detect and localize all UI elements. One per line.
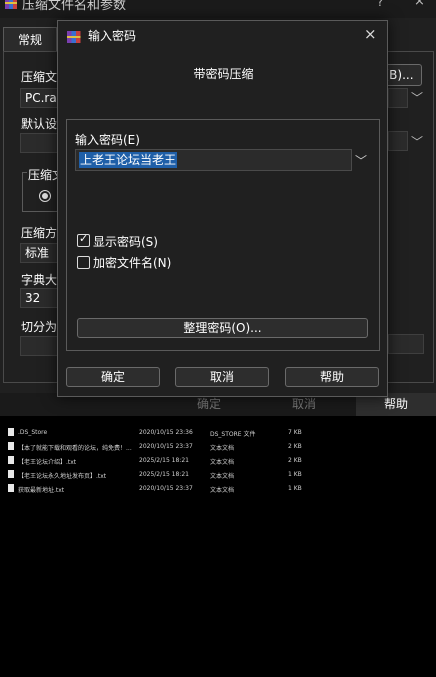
show-password-checkbox[interactable]: ✓ (77, 232, 90, 247)
ok-button[interactable]: 确定 (66, 367, 160, 387)
cancel-button[interactable]: 取消 (175, 367, 269, 387)
archive-name-label: 压缩文 (21, 70, 58, 84)
winrar-app-icon (67, 31, 81, 43)
dictionary-size-label: 字典大 (21, 273, 58, 287)
chevron-down-icon[interactable]: ﹀ (411, 133, 423, 150)
show-password-label[interactable]: 显示密码(S) (93, 233, 158, 250)
split-volumes-label: 切分为 (21, 320, 58, 334)
encrypt-filenames-checkbox[interactable] (77, 256, 90, 269)
file-icon (8, 428, 14, 436)
split-volumes-unit[interactable] (388, 334, 424, 354)
file-size: 7 KB (288, 429, 302, 436)
file-icon (8, 442, 14, 450)
tab-general[interactable]: 常规 (3, 27, 57, 52)
checkmark-icon: ✓ (79, 232, 89, 245)
dialog-subtitle: 带密码压缩 (193, 67, 254, 81)
file-icon (8, 470, 14, 478)
close-icon[interactable]: × (364, 25, 377, 43)
bg-titlebar: 压缩文件名和参数 ? × (0, 0, 436, 18)
encrypt-filenames-label[interactable]: 加密文件名(N) (93, 254, 171, 271)
bg-close-icon[interactable]: × (414, 0, 425, 9)
file-icon (8, 484, 14, 492)
list-item[interactable]: 【老王论坛永久地址发布页】.txt 2025/2/15 18:21 文本文档 1… (0, 468, 436, 482)
update-mode-select[interactable] (388, 131, 408, 151)
compression-method-select[interactable]: 标准 (20, 243, 60, 263)
list-item[interactable]: 【老王论坛介绍】.txt 2025/2/15 18:21 文本文档 2 KB (0, 454, 436, 468)
dictionary-size-select[interactable]: 32 (20, 288, 60, 308)
default-settings-label: 默认设 (21, 117, 58, 131)
help-button[interactable]: 帮助 (285, 367, 379, 387)
archive-name-input-right[interactable] (388, 88, 408, 108)
file-date: 2020/10/15 23:37 (139, 485, 193, 492)
file-size: 1 KB (288, 485, 302, 492)
bg-window-title: 压缩文件名和参数 (22, 0, 127, 13)
file-list: .DS_Store 2020/10/15 23:36 DS_STORE 文件 7… (0, 418, 436, 677)
organize-passwords-button[interactable]: 整理密码(O)... (77, 318, 368, 338)
enter-password-dialog: 输入密码 × 带密码压缩 输入密码(E) 上老王论坛当老王 ﹀ ✓ 显示密码(S… (57, 20, 388, 397)
file-date: 2025/2/15 18:21 (139, 471, 189, 478)
file-size: 2 KB (288, 443, 302, 450)
list-item[interactable]: .DS_Store 2020/10/15 23:36 DS_STORE 文件 7… (0, 426, 436, 440)
file-name: 【老王论坛永久地址发布页】.txt (18, 473, 107, 480)
password-input[interactable]: 上老王论坛当老王 (75, 149, 352, 171)
chevron-down-icon[interactable]: ﹀ (411, 89, 423, 106)
format-radio[interactable] (39, 190, 51, 202)
list-item[interactable]: 获取最新地址.txt 2020/10/15 23:37 文本文档 1 KB (0, 482, 436, 496)
file-name: 【本了就能下载和观看的论坛，纯免费！... (18, 445, 132, 452)
file-type: 文本文档 (210, 487, 235, 494)
file-date: 2025/2/15 18:21 (139, 457, 189, 464)
file-type: DS_STORE 文件 (210, 431, 256, 438)
file-date: 2020/10/15 23:37 (139, 443, 193, 450)
winrar-app-icon (5, 0, 17, 9)
password-label: 输入密码(E) (75, 133, 140, 147)
file-name: 【老王论坛介绍】.txt (18, 459, 77, 466)
file-name: 获取最新地址.txt (18, 487, 65, 494)
archive-name-input[interactable]: PC.rar (20, 88, 60, 108)
compression-method-label: 压缩方 (21, 226, 58, 240)
file-date: 2020/10/15 23:36 (139, 429, 193, 436)
split-volumes-input[interactable] (20, 336, 60, 356)
password-value: 上老王论坛当老王 (79, 152, 178, 168)
file-size: 2 KB (288, 457, 302, 464)
file-type: 文本文档 (210, 473, 235, 480)
file-icon (8, 456, 14, 464)
list-item[interactable]: 【本了就能下载和观看的论坛，纯免费！... 2020/10/15 23:37 文… (0, 440, 436, 454)
file-size: 1 KB (288, 471, 302, 478)
file-type: 文本文档 (210, 445, 235, 452)
dialog-title: 输入密码 (88, 29, 137, 43)
profile-select[interactable] (20, 133, 60, 153)
chevron-down-icon[interactable]: ﹀ (355, 152, 367, 169)
file-type: 文本文档 (210, 459, 235, 466)
bg-help-icon[interactable]: ? (377, 0, 383, 9)
file-name: .DS_Store (18, 429, 48, 436)
